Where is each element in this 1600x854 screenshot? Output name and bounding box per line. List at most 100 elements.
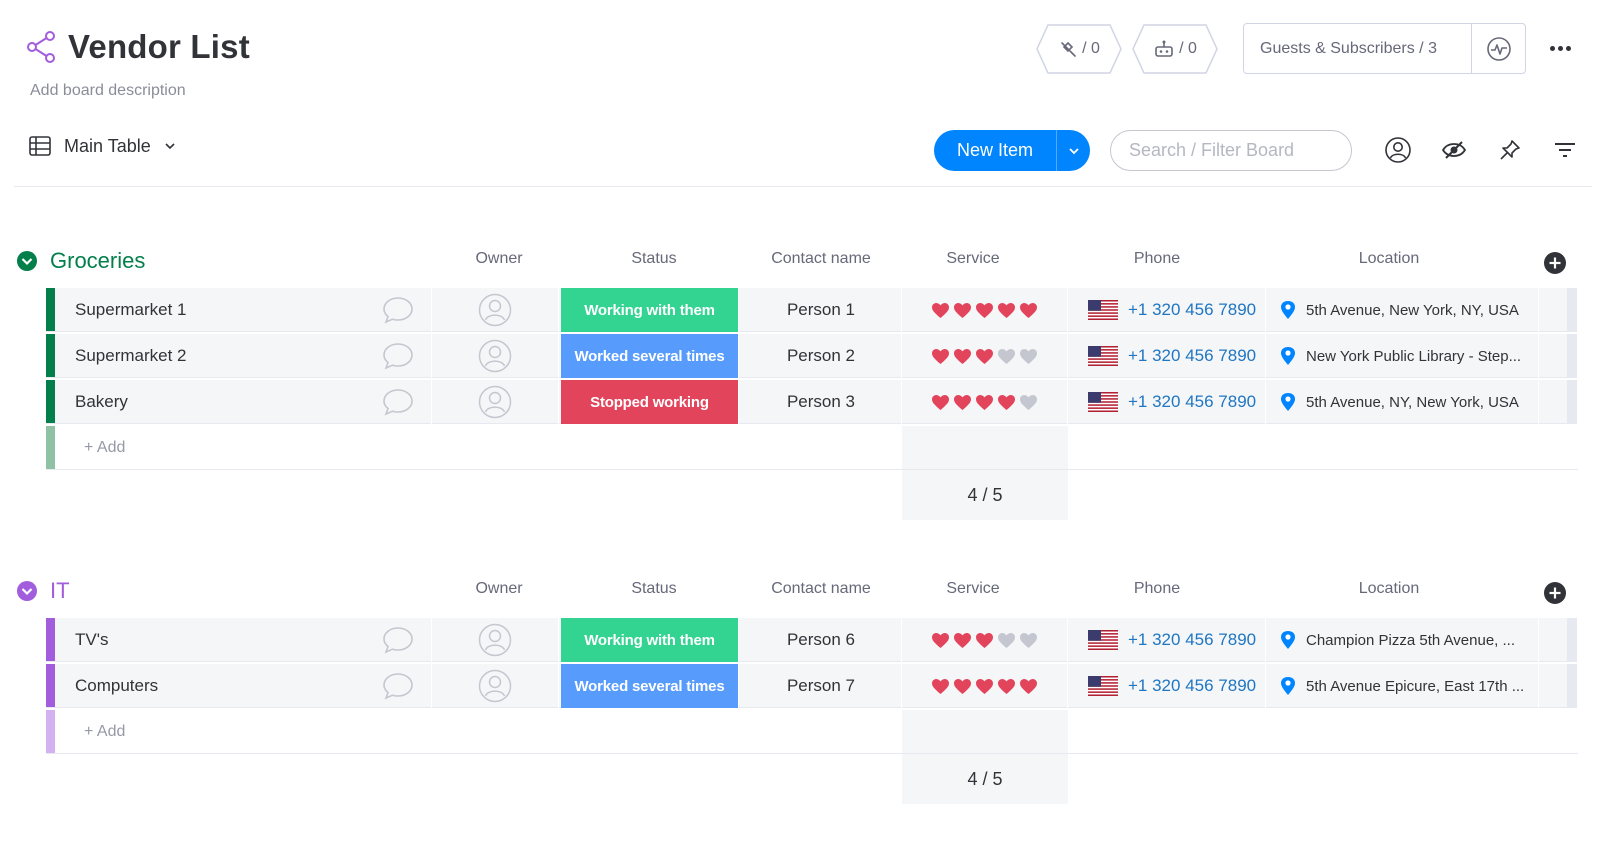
location-cell[interactable]: 5th Avenue Epicure, East 17th ... bbox=[1266, 664, 1539, 708]
update-bubble-icon[interactable] bbox=[381, 341, 415, 371]
heart-icon[interactable] bbox=[931, 394, 950, 411]
column-header[interactable]: Phone bbox=[1077, 580, 1237, 598]
main-table-view-tab[interactable]: Main Table bbox=[28, 134, 177, 158]
add-item-input[interactable]: + Add bbox=[84, 710, 125, 754]
update-bubble-icon[interactable] bbox=[381, 387, 415, 417]
owner-cell[interactable] bbox=[432, 334, 559, 378]
column-header[interactable]: Owner bbox=[419, 250, 579, 268]
person-filter-button[interactable] bbox=[1382, 134, 1414, 166]
heart-icon[interactable] bbox=[1019, 632, 1038, 649]
status-badge[interactable]: Worked several times bbox=[561, 334, 739, 378]
guests-label[interactable]: Guests & Subscribers / 3 bbox=[1244, 40, 1471, 58]
phone-cell[interactable]: +1 320 456 7890 bbox=[1068, 334, 1266, 378]
board-title-text[interactable]: Vendor List bbox=[68, 28, 250, 66]
location-text[interactable]: 5th Avenue Epicure, East 17th ... bbox=[1306, 678, 1524, 695]
heart-icon[interactable] bbox=[975, 394, 994, 411]
heart-icon[interactable] bbox=[997, 678, 1016, 695]
heart-icon[interactable] bbox=[975, 302, 994, 319]
add-item-row[interactable]: + Add bbox=[46, 426, 1578, 470]
item-name[interactable]: TV's bbox=[75, 630, 381, 650]
add-item-input[interactable]: + Add bbox=[84, 426, 125, 470]
service-rating[interactable] bbox=[902, 618, 1068, 662]
column-header[interactable]: Location bbox=[1309, 580, 1469, 598]
heart-icon[interactable] bbox=[997, 394, 1016, 411]
item-name[interactable]: Computers bbox=[75, 676, 381, 696]
column-header[interactable]: Service bbox=[893, 250, 1053, 268]
contact-name[interactable]: Person 3 bbox=[741, 380, 902, 424]
contact-name[interactable]: Person 6 bbox=[741, 618, 902, 662]
phone-link[interactable]: +1 320 456 7890 bbox=[1128, 300, 1256, 320]
location-cell[interactable]: New York Public Library - Step... bbox=[1266, 334, 1539, 378]
owner-cell[interactable] bbox=[432, 288, 559, 332]
group-title[interactable]: IT bbox=[50, 578, 70, 604]
phone-cell[interactable]: +1 320 456 7890 bbox=[1068, 380, 1266, 424]
phone-link[interactable]: +1 320 456 7890 bbox=[1128, 346, 1256, 366]
new-item-label[interactable]: New Item bbox=[934, 140, 1056, 161]
location-cell[interactable]: 5th Avenue, New York, NY, USA bbox=[1266, 288, 1539, 332]
collapse-icon[interactable] bbox=[16, 580, 38, 602]
location-text[interactable]: 5th Avenue, NY, New York, USA bbox=[1306, 394, 1519, 411]
column-header[interactable]: Status bbox=[574, 580, 734, 598]
heart-icon[interactable] bbox=[1019, 348, 1038, 365]
heart-icon[interactable] bbox=[953, 348, 972, 365]
table-row[interactable]: Supermarket 2 Worked several times Perso… bbox=[46, 334, 1578, 378]
heart-icon[interactable] bbox=[953, 632, 972, 649]
integrations-button[interactable]: / 0 bbox=[1036, 24, 1122, 74]
heart-icon[interactable] bbox=[1019, 302, 1038, 319]
search-input[interactable] bbox=[1110, 130, 1352, 171]
pin-button[interactable] bbox=[1494, 134, 1526, 166]
item-name-cell[interactable]: Computers bbox=[55, 664, 432, 708]
group-title[interactable]: Groceries bbox=[50, 248, 145, 274]
location-cell[interactable]: 5th Avenue, NY, New York, USA bbox=[1266, 380, 1539, 424]
location-text[interactable]: New York Public Library - Step... bbox=[1306, 348, 1521, 365]
location-cell[interactable]: Champion Pizza 5th Avenue, ... bbox=[1266, 618, 1539, 662]
board-description[interactable]: Add board description bbox=[30, 82, 186, 100]
heart-icon[interactable] bbox=[1019, 678, 1038, 695]
status-badge[interactable]: Stopped working bbox=[561, 380, 739, 424]
service-rating[interactable] bbox=[902, 288, 1068, 332]
chevron-down-icon[interactable] bbox=[163, 139, 177, 153]
add-column-button[interactable] bbox=[1543, 581, 1567, 605]
item-name[interactable]: Supermarket 2 bbox=[75, 346, 381, 366]
table-row[interactable]: TV's Working with them Person 6 +1 320 4… bbox=[46, 618, 1578, 662]
owner-cell[interactable] bbox=[432, 380, 559, 424]
location-text[interactable]: 5th Avenue, New York, NY, USA bbox=[1306, 302, 1519, 319]
phone-cell[interactable]: +1 320 456 7890 bbox=[1068, 664, 1266, 708]
table-row[interactable]: Bakery Stopped working Person 3 +1 320 4… bbox=[46, 380, 1578, 424]
heart-icon[interactable] bbox=[931, 348, 950, 365]
service-rating[interactable] bbox=[902, 334, 1068, 378]
heart-icon[interactable] bbox=[997, 302, 1016, 319]
filter-button[interactable] bbox=[1549, 134, 1581, 166]
new-item-dropdown[interactable] bbox=[1056, 130, 1090, 171]
service-rating[interactable] bbox=[902, 380, 1068, 424]
owner-cell[interactable] bbox=[432, 664, 559, 708]
column-header[interactable]: Owner bbox=[419, 580, 579, 598]
table-row[interactable]: Supermarket 1 Working with them Person 1 bbox=[46, 288, 1578, 332]
status-badge[interactable]: Working with them bbox=[561, 288, 739, 332]
heart-icon[interactable] bbox=[975, 678, 994, 695]
new-item-button[interactable]: New Item bbox=[934, 130, 1090, 171]
column-header[interactable]: Location bbox=[1309, 250, 1469, 268]
guests-subscribers[interactable]: Guests & Subscribers / 3 bbox=[1243, 23, 1526, 74]
contact-name[interactable]: Person 1 bbox=[741, 288, 902, 332]
heart-icon[interactable] bbox=[975, 348, 994, 365]
status-badge[interactable]: Working with them bbox=[561, 618, 739, 662]
heart-icon[interactable] bbox=[931, 678, 950, 695]
heart-icon[interactable] bbox=[975, 632, 994, 649]
phone-cell[interactable]: +1 320 456 7890 bbox=[1068, 618, 1266, 662]
phone-link[interactable]: +1 320 456 7890 bbox=[1128, 392, 1256, 412]
contact-name[interactable]: Person 7 bbox=[741, 664, 902, 708]
group-header[interactable]: Groceries bbox=[16, 246, 145, 276]
item-name-cell[interactable]: TV's bbox=[55, 618, 432, 662]
item-name-cell[interactable]: Supermarket 1 bbox=[55, 288, 432, 332]
heart-icon[interactable] bbox=[953, 678, 972, 695]
heart-icon[interactable] bbox=[997, 348, 1016, 365]
column-header[interactable]: Status bbox=[574, 250, 734, 268]
update-bubble-icon[interactable] bbox=[381, 625, 415, 655]
column-header[interactable]: Contact name bbox=[741, 580, 901, 598]
group-header[interactable]: IT bbox=[16, 576, 70, 606]
share-icon[interactable] bbox=[26, 30, 56, 64]
item-name-cell[interactable]: Bakery bbox=[55, 380, 432, 424]
automations-button[interactable]: / 0 bbox=[1132, 24, 1218, 74]
more-icon[interactable] bbox=[1543, 34, 1577, 62]
